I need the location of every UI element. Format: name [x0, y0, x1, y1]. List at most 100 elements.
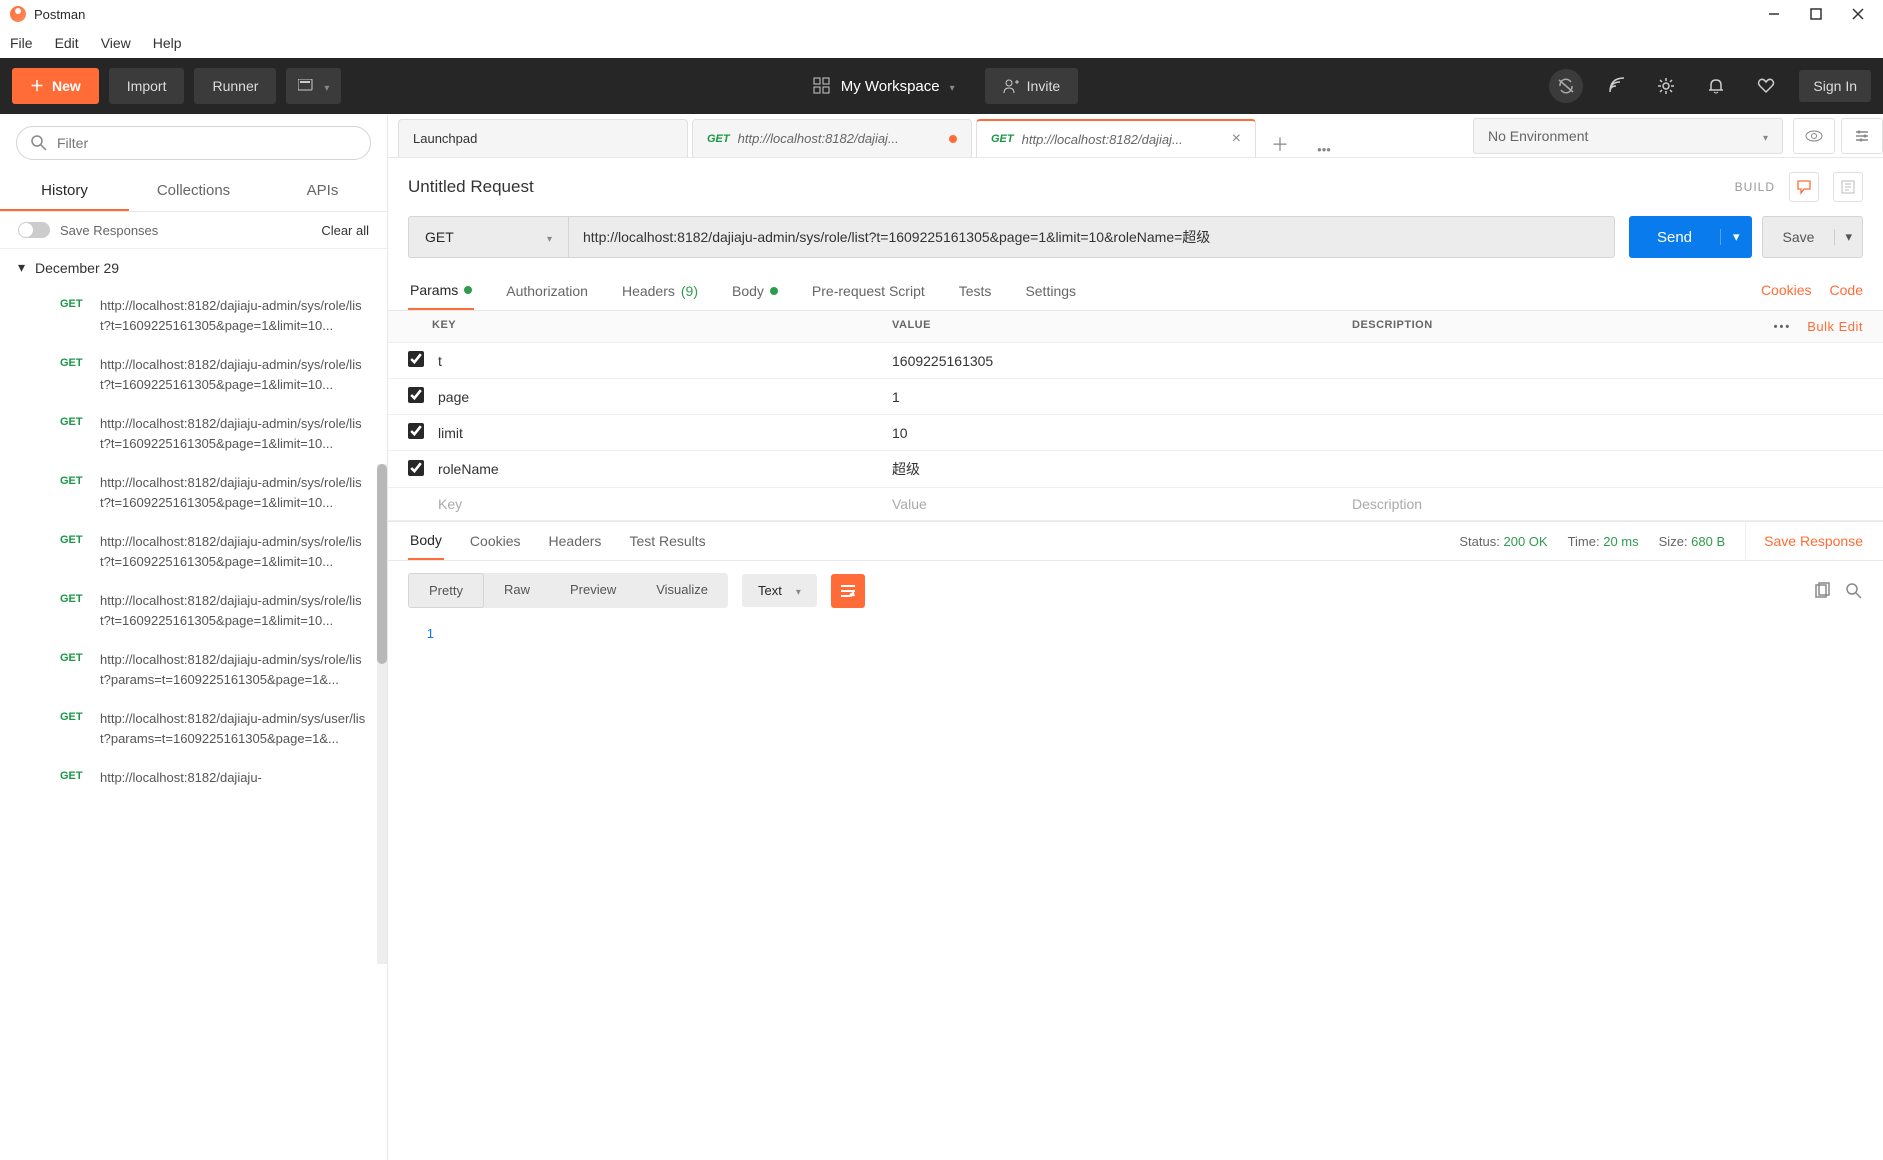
param-checkbox[interactable]	[408, 460, 424, 476]
menu-view[interactable]: View	[101, 35, 131, 51]
view-raw[interactable]: Raw	[484, 573, 550, 608]
cookies-link[interactable]: Cookies	[1761, 282, 1812, 300]
new-button[interactable]: ＋ New	[12, 68, 99, 104]
code-link[interactable]: Code	[1830, 282, 1863, 300]
invite-button[interactable]: Invite	[985, 68, 1078, 104]
param-key[interactable]: roleName	[432, 461, 892, 477]
param-row[interactable]: roleName超级	[388, 451, 1883, 488]
resp-tab-tests[interactable]: Test Results	[627, 523, 707, 559]
param-row[interactable]: limit10	[388, 415, 1883, 451]
filter-input-wrap[interactable]	[16, 126, 371, 160]
history-item[interactable]: GEThttp://localhost:8182/dajiaju-admin/s…	[0, 404, 387, 463]
param-row[interactable]: page1	[388, 379, 1883, 415]
chevron-down-icon[interactable]: ▾	[1834, 229, 1862, 245]
resp-tab-headers[interactable]: Headers	[547, 523, 604, 559]
sidebar-tab-apis[interactable]: APIs	[258, 172, 387, 211]
menu-edit[interactable]: Edit	[55, 35, 79, 51]
history-date-header[interactable]: ▾ December 29	[0, 249, 387, 286]
response-body[interactable]: 1	[388, 620, 1883, 648]
param-row[interactable]: t1609225161305	[388, 343, 1883, 379]
filter-input[interactable]	[57, 135, 356, 151]
view-visualize[interactable]: Visualize	[636, 573, 728, 608]
copy-icon[interactable]	[1813, 582, 1831, 600]
history-item[interactable]: GEThttp://localhost:8182/dajiaju-admin/s…	[0, 640, 387, 699]
sync-icon[interactable]	[1549, 69, 1583, 103]
resp-tab-cookies[interactable]: Cookies	[468, 523, 523, 559]
close-icon[interactable]: ×	[1232, 130, 1241, 148]
workspace-selector[interactable]: My Workspace	[813, 77, 955, 95]
bulk-edit-link[interactable]: Bulk Edit	[1807, 319, 1863, 334]
response-type-selector[interactable]: Text	[742, 574, 817, 607]
send-button[interactable]: Send ▾	[1629, 216, 1752, 258]
build-label[interactable]: BUILD	[1735, 180, 1775, 194]
history-item[interactable]: GEThttp://localhost:8182/dajiaju-admin/s…	[0, 581, 387, 640]
subtab-settings[interactable]: Settings	[1023, 272, 1078, 310]
view-pretty[interactable]: Pretty	[408, 573, 484, 608]
history-item[interactable]: GEThttp://localhost:8182/dajiaju-admin/s…	[0, 345, 387, 404]
param-value[interactable]: 超级	[892, 459, 1352, 479]
param-checkbox[interactable]	[408, 423, 424, 439]
param-key[interactable]: limit	[432, 425, 892, 441]
search-response-icon[interactable]	[1845, 582, 1863, 600]
subtab-params[interactable]: Params	[408, 272, 474, 310]
param-value[interactable]: 10	[892, 425, 1352, 441]
tab-launchpad[interactable]: Launchpad	[398, 119, 688, 157]
tab-add-button[interactable]: ＋	[1260, 131, 1300, 157]
method-selector[interactable]: GET	[408, 216, 568, 258]
docs-button[interactable]	[1833, 172, 1863, 202]
window-maximize[interactable]	[1809, 7, 1823, 21]
env-quick-look-button[interactable]	[1793, 118, 1835, 154]
heart-icon[interactable]	[1749, 69, 1783, 103]
window-close[interactable]	[1851, 7, 1865, 21]
satellite-icon[interactable]	[1599, 69, 1633, 103]
window-minimize[interactable]	[1767, 7, 1781, 21]
save-responses-toggle[interactable]	[18, 222, 50, 238]
signin-button[interactable]: Sign In	[1799, 70, 1871, 102]
param-checkbox[interactable]	[408, 351, 424, 367]
tab-request-2[interactable]: GET http://localhost:8182/dajiaj... ×	[976, 119, 1256, 157]
history-method: GET	[60, 296, 84, 335]
window-drop-button[interactable]	[286, 68, 341, 104]
bell-icon[interactable]	[1699, 69, 1733, 103]
subtab-authorization[interactable]: Authorization	[504, 272, 590, 310]
env-settings-button[interactable]	[1841, 118, 1883, 154]
runner-button[interactable]: Runner	[194, 68, 276, 104]
sidebar-tab-collections[interactable]: Collections	[129, 172, 258, 211]
wrap-line-button[interactable]	[831, 574, 865, 608]
url-input[interactable]: http://localhost:8182/dajiaju-admin/sys/…	[568, 216, 1615, 258]
comments-button[interactable]	[1789, 172, 1819, 202]
menu-file[interactable]: File	[10, 35, 33, 51]
save-response-button[interactable]: Save Response	[1745, 523, 1863, 559]
param-value[interactable]: 1609225161305	[892, 353, 1352, 369]
chevron-down-icon[interactable]: ▾	[1720, 229, 1752, 245]
sidebar-tab-history[interactable]: History	[0, 172, 129, 211]
history-item[interactable]: GEThttp://localhost:8182/dajiaju-	[0, 758, 387, 798]
gear-icon[interactable]	[1649, 69, 1683, 103]
param-key[interactable]: t	[432, 353, 892, 369]
subtab-body[interactable]: Body	[730, 272, 780, 310]
subtab-prerequest[interactable]: Pre-request Script	[810, 272, 927, 310]
history-item[interactable]: GEThttp://localhost:8182/dajiaju-admin/s…	[0, 463, 387, 522]
param-checkbox[interactable]	[408, 387, 424, 403]
history-item[interactable]: GEThttp://localhost:8182/dajiaju-admin/s…	[0, 522, 387, 581]
subtab-tests[interactable]: Tests	[957, 272, 994, 310]
tab-request-1[interactable]: GET http://localhost:8182/dajiaj...	[692, 119, 972, 157]
view-preview[interactable]: Preview	[550, 573, 636, 608]
sidebar-scrollbar[interactable]	[377, 464, 387, 964]
param-key[interactable]: page	[432, 389, 892, 405]
environment-selector[interactable]: No Environment	[1473, 118, 1783, 154]
clear-all-button[interactable]: Clear all	[321, 223, 369, 238]
more-icon[interactable]: •••	[1774, 321, 1792, 333]
request-name[interactable]: Untitled Request	[408, 177, 534, 197]
tab-more-button[interactable]: •••	[1304, 142, 1344, 157]
history-item[interactable]: GEThttp://localhost:8182/dajiaju-admin/s…	[0, 286, 387, 345]
menu-help[interactable]: Help	[153, 35, 182, 51]
param-value[interactable]: 1	[892, 389, 1352, 405]
resp-tab-body[interactable]: Body	[408, 522, 444, 560]
import-button[interactable]: Import	[109, 68, 185, 104]
param-row-new[interactable]: Key Value Description	[388, 488, 1883, 521]
params-table: KEY VALUE DESCRIPTION ••• Bulk Edit t160…	[388, 311, 1883, 521]
save-button[interactable]: Save ▾	[1762, 216, 1863, 258]
subtab-headers[interactable]: Headers (9)	[620, 272, 700, 310]
history-item[interactable]: GEThttp://localhost:8182/dajiaju-admin/s…	[0, 699, 387, 758]
